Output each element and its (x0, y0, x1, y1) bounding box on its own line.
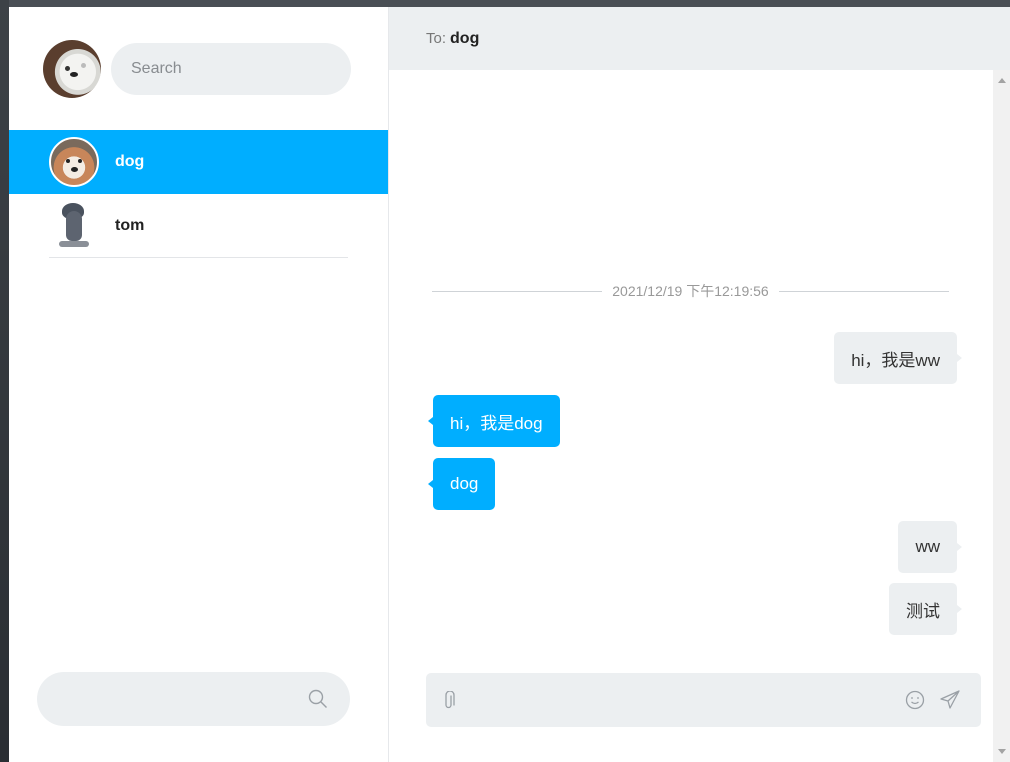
divider-line (432, 290, 603, 292)
message-bubble-received: dog (427, 458, 496, 510)
message-bubble-sent: ww (898, 521, 962, 573)
tom-cat-avatar (49, 201, 99, 251)
scroll-up-arrow-icon[interactable] (998, 78, 1006, 83)
window-top-edge (0, 0, 1010, 7)
avatar-nose (70, 71, 78, 77)
avatar-eye (66, 159, 70, 163)
message-composer (426, 673, 981, 727)
scroll-down-arrow-icon[interactable] (998, 749, 1006, 754)
emoji-icon[interactable] (905, 690, 925, 710)
contact-item-dog[interactable]: dog (9, 130, 388, 194)
search-input[interactable]: Search (111, 42, 351, 95)
avatar-feet (59, 241, 89, 247)
window-left-edge (0, 0, 9, 762)
message-bubble-received: hi，我是dog (428, 395, 560, 447)
message-bubble-sent: hi，我是ww (834, 332, 962, 384)
avatar-eye (65, 65, 70, 71)
message-bubble-sent: 测试 (889, 583, 962, 635)
scrollbar[interactable] (993, 70, 1010, 762)
avatar-body (66, 211, 82, 241)
chat-app: Search dog tom To: dog 2021/12/19 下午12:1… (9, 7, 1010, 762)
message-timestamp: 2021/12/19 下午12:19:56 (612, 283, 769, 299)
send-icon[interactable] (939, 689, 961, 711)
contact-name: tom (115, 217, 145, 234)
contact-name: dog (115, 153, 145, 170)
contacts-panel: Search dog tom (9, 7, 389, 762)
search-icon[interactable] (308, 689, 328, 709)
recipient-name: dog (450, 29, 480, 47)
husky-avatar (49, 137, 99, 187)
conversation-panel: To: dog 2021/12/19 下午12:19:56 hi，我是ww hi… (389, 7, 1010, 762)
to-label: To: (426, 30, 447, 47)
avatar-nose (71, 167, 78, 172)
avatar-eye (78, 159, 82, 163)
contact-item-tom[interactable]: tom (9, 194, 388, 258)
list-divider (49, 257, 348, 258)
avatar-eye (81, 62, 86, 68)
bottom-search-field[interactable] (37, 672, 350, 726)
divider-line (778, 290, 949, 292)
timestamp-divider: 2021/12/19 下午12:19:56 (432, 281, 949, 301)
my-avatar[interactable] (43, 39, 101, 98)
contacts-header: Search (9, 7, 388, 130)
message-input[interactable] (466, 683, 886, 717)
chat-header: To: dog (389, 7, 1010, 70)
paperclip-icon[interactable] (442, 691, 456, 711)
